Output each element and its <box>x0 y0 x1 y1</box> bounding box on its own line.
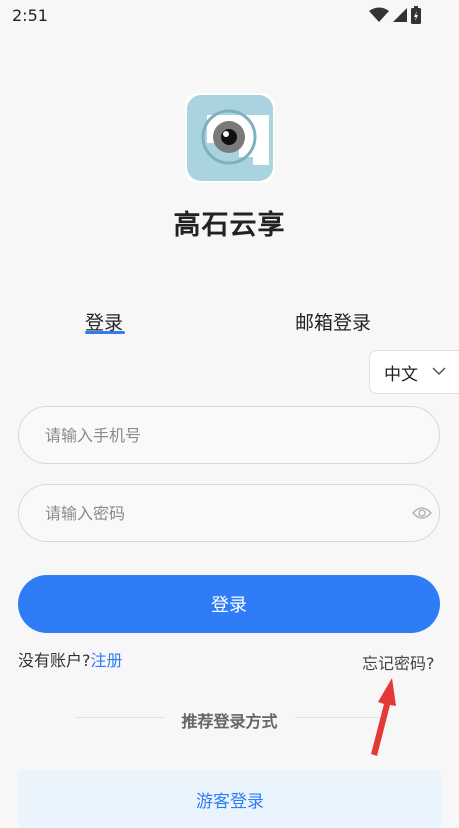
show-password-eye-icon[interactable] <box>412 505 432 521</box>
no-account-text: 没有账户? <box>18 651 91 670</box>
app-logo <box>185 93 275 183</box>
battery-icon <box>411 6 421 24</box>
tab-email-login[interactable]: 邮箱登录 <box>295 308 371 335</box>
phone-input[interactable] <box>18 406 440 464</box>
annotation-arrow-icon <box>371 678 396 756</box>
wifi-icon <box>369 7 389 22</box>
register-link[interactable]: 注册 <box>91 651 123 670</box>
active-tab-indicator <box>85 331 125 334</box>
language-selected-value: 中文 <box>384 364 418 385</box>
no-account-row: 没有账户?注册 <box>18 647 123 671</box>
language-select[interactable]: 中文 <box>369 350 459 394</box>
cell-signal-icon <box>393 8 407 22</box>
status-icons <box>369 6 421 24</box>
forgot-password-link[interactable]: 忘记密码? <box>362 650 435 674</box>
password-input[interactable] <box>18 484 440 542</box>
guest-login-button[interactable]: 游客登录 <box>18 770 442 828</box>
chevron-down-icon <box>432 367 446 376</box>
app-title: 高石云享 <box>173 210 286 241</box>
status-time: 2:51 <box>12 6 48 25</box>
login-button[interactable]: 登录 <box>18 575 440 633</box>
